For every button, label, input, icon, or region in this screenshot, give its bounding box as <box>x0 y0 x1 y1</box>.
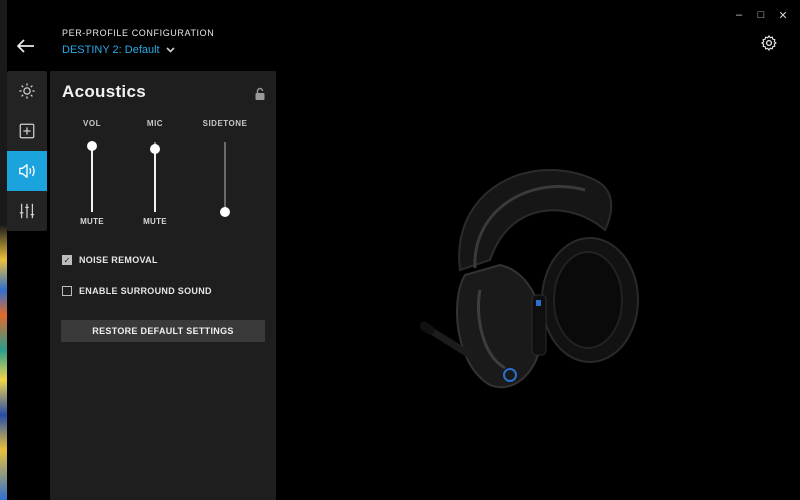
back-arrow-icon <box>17 39 34 53</box>
tab-lighting[interactable] <box>7 71 47 111</box>
restore-defaults-button[interactable]: RESTORE DEFAULT SETTINGS <box>61 320 265 342</box>
mic-mute-label: MUTE <box>143 217 167 226</box>
plus-box-icon <box>19 123 35 139</box>
window-controls: – □ ✕ <box>728 6 794 24</box>
mic-slider-thumb[interactable] <box>150 143 160 154</box>
surround-sound-label: ENABLE SURROUND SOUND <box>79 286 212 296</box>
tab-acoustics[interactable] <box>7 151 47 191</box>
sidetone-slider[interactable] <box>220 142 230 217</box>
noise-removal-checkbox[interactable]: ✓ <box>62 255 72 265</box>
vol-slider-label: VOL <box>83 119 101 128</box>
panel-title: Acoustics <box>62 82 146 101</box>
vol-slider[interactable] <box>87 140 97 212</box>
mic-slider[interactable] <box>150 142 160 212</box>
back-button[interactable] <box>14 35 38 57</box>
mic-slider-group: MIC MUTE <box>135 119 175 226</box>
mic-slider-label: MIC <box>146 119 164 128</box>
profile-dropdown[interactable]: DESTINY 2: Default <box>62 44 175 56</box>
noise-removal-checkbox-row[interactable]: ✓ NOISE REMOVAL <box>62 255 158 265</box>
tab-equalizer[interactable] <box>7 191 47 231</box>
headset-image <box>420 169 639 388</box>
noise-removal-label: NOISE REMOVAL <box>79 255 158 265</box>
sidetone-slider-label: SIDETONE <box>202 119 248 128</box>
lock-icon[interactable] <box>254 87 266 101</box>
sun-icon <box>19 83 35 99</box>
maximize-button[interactable]: □ <box>750 6 772 24</box>
close-button[interactable]: ✕ <box>772 6 794 24</box>
surround-sound-checkbox-row[interactable]: ENABLE SURROUND SOUND <box>62 286 212 296</box>
minimize-button[interactable]: – <box>728 6 750 24</box>
side-tab-strip <box>7 71 47 231</box>
vol-slider-fill <box>91 145 93 212</box>
gear-icon <box>761 35 777 51</box>
settings-button[interactable] <box>758 32 780 54</box>
equalizer-icon <box>19 203 35 219</box>
sidetone-slider-group: SIDETONE <box>200 119 250 217</box>
speaker-icon <box>19 164 35 178</box>
vol-slider-thumb[interactable] <box>87 140 97 151</box>
mic-slider-fill <box>154 149 156 212</box>
sidetone-slider-thumb[interactable] <box>220 207 230 217</box>
vol-slider-group: VOL MUTE <box>72 119 112 226</box>
surround-sound-checkbox[interactable] <box>62 286 72 296</box>
profile-dropdown-value: DESTINY 2: Default <box>62 44 160 56</box>
acoustics-panel: Acoustics VOL MUTE MIC MUTE SIDETONE ✓ N… <box>50 71 276 500</box>
desktop-wallpaper-edge <box>0 0 7 500</box>
page-title: PER-PROFILE CONFIGURATION <box>62 28 215 38</box>
chevron-down-icon <box>166 47 175 53</box>
vol-mute-label: MUTE <box>80 217 104 226</box>
tab-assignments[interactable] <box>7 111 47 151</box>
